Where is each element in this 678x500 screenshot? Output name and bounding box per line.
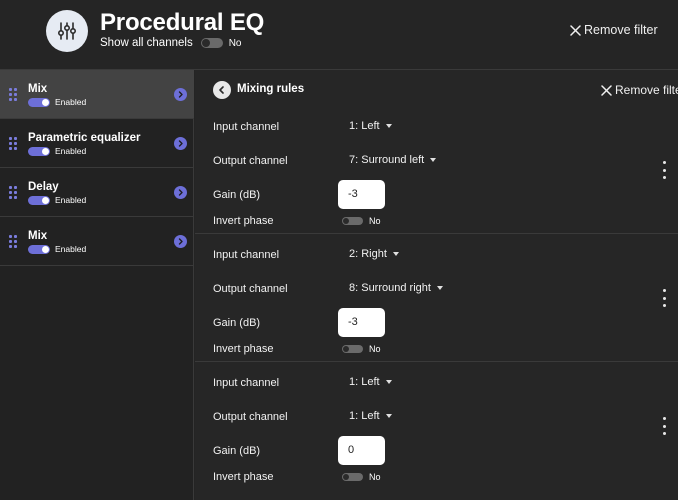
more-vertical-icon[interactable] (661, 417, 667, 435)
filter-list: Mix Enabled Parametric equalizer Enabled… (0, 70, 194, 500)
input-channel-label: Input channel (213, 249, 280, 261)
input-channel-label: Input channel (213, 377, 280, 389)
mixing-rules-panel: Mixing rules Remove filter Input channel… (195, 70, 678, 500)
filter-status-label: Enabled (55, 244, 87, 254)
mixing-rule: Input channel 2: Right Output channel 8:… (195, 233, 678, 361)
remove-filter-button[interactable]: Remove filter (601, 83, 678, 97)
invert-phase-value: No (369, 472, 381, 482)
output-channel-value: 1: Left (349, 410, 380, 422)
output-channel-select[interactable]: 8: Surround right (349, 282, 443, 294)
equalizer-sliders-icon (46, 10, 88, 52)
filter-item-parametric-equalizer[interactable]: Parametric equalizer Enabled (0, 119, 194, 168)
enabled-switch[interactable] (28, 244, 50, 254)
show-all-channels-label: Show all channels (100, 37, 193, 49)
remove-filter-label: Remove filter (584, 23, 658, 37)
filter-enabled-toggle[interactable]: Enabled (28, 97, 86, 107)
enabled-switch[interactable] (28, 195, 50, 205)
output-channel-label: Output channel (213, 283, 288, 295)
filter-name: Delay (28, 181, 59, 193)
invert-phase-label: Invert phase (213, 471, 274, 483)
chevron-down-icon (430, 158, 437, 162)
mixing-rule: Input channel 1: Left Output channel 7: … (195, 105, 678, 233)
filter-name: Mix (28, 83, 48, 95)
more-vertical-icon[interactable] (661, 161, 667, 179)
show-all-channels-toggle[interactable]: Show all channels No (100, 37, 242, 49)
filter-name: Mix (28, 230, 48, 242)
chevron-down-icon (385, 380, 392, 384)
invert-phase-value: No (369, 344, 381, 354)
chevron-right-icon[interactable] (174, 88, 187, 101)
input-channel-label: Input channel (213, 121, 280, 133)
invert-phase-toggle[interactable]: No (342, 344, 381, 354)
output-channel-label: Output channel (213, 411, 288, 423)
output-channel-select[interactable]: 1: Left (349, 410, 392, 422)
gain-label: Gain (dB) (213, 189, 261, 201)
close-icon (601, 84, 612, 96)
more-vertical-icon[interactable] (661, 289, 667, 307)
gain-input[interactable]: 0 (338, 436, 385, 465)
filter-enabled-toggle[interactable]: Enabled (28, 146, 86, 156)
page-title: Procedural EQ (100, 9, 265, 36)
filter-name: Parametric equalizer (28, 132, 141, 144)
remove-filter-label: Remove filter (615, 83, 678, 97)
invert-phase-label: Invert phase (213, 343, 274, 355)
input-channel-value: 1: Left (349, 376, 380, 388)
drag-handle-icon[interactable] (9, 186, 17, 199)
output-channel-value: 8: Surround right (349, 282, 431, 294)
close-icon (570, 24, 581, 36)
invert-phase-value: No (369, 216, 381, 226)
filter-item-mix-2[interactable]: Mix Enabled (0, 217, 194, 266)
output-channel-select[interactable]: 7: Surround left (349, 154, 437, 166)
input-channel-value: 1: Left (349, 120, 380, 132)
invert-phase-toggle[interactable]: No (342, 216, 381, 226)
output-channel-value: 7: Surround left (349, 154, 425, 166)
chevron-right-icon[interactable] (174, 235, 187, 248)
input-channel-select[interactable]: 1: Left (349, 376, 392, 388)
gain-input[interactable]: -3 (338, 180, 385, 209)
filter-item-mix[interactable]: Mix Enabled (0, 70, 194, 119)
gain-label: Gain (dB) (213, 445, 261, 457)
show-all-channels-value: No (228, 37, 242, 49)
filter-status-label: Enabled (55, 97, 87, 107)
invert-phase-switch[interactable] (342, 473, 363, 481)
chevron-right-icon[interactable] (174, 137, 187, 150)
output-channel-label: Output channel (213, 155, 288, 167)
app-header: Procedural EQ Show all channels No Remov… (0, 0, 678, 70)
filter-enabled-toggle[interactable]: Enabled (28, 244, 86, 254)
show-all-channels-switch[interactable] (200, 38, 223, 48)
mixing-rule: Input channel 1: Left Output channel 1: … (195, 361, 678, 489)
drag-handle-icon[interactable] (9, 88, 17, 101)
chevron-down-icon (385, 124, 392, 128)
invert-phase-switch[interactable] (342, 217, 363, 225)
invert-phase-label: Invert phase (213, 215, 274, 227)
chevron-left-icon[interactable] (213, 81, 231, 99)
filter-item-delay[interactable]: Delay Enabled (0, 168, 194, 217)
drag-handle-icon[interactable] (9, 235, 17, 248)
chevron-down-icon (436, 286, 443, 290)
enabled-switch[interactable] (28, 146, 50, 156)
filter-status-label: Enabled (55, 195, 87, 205)
input-channel-select[interactable]: 1: Left (349, 120, 392, 132)
remove-filter-button[interactable]: Remove filter (570, 23, 658, 37)
invert-phase-toggle[interactable]: No (342, 472, 381, 482)
input-channel-value: 2: Right (349, 248, 387, 260)
gain-label: Gain (dB) (213, 317, 261, 329)
enabled-switch[interactable] (28, 97, 50, 107)
drag-handle-icon[interactable] (9, 137, 17, 150)
input-channel-select[interactable]: 2: Right (349, 248, 399, 260)
chevron-down-icon (385, 414, 392, 418)
invert-phase-switch[interactable] (342, 345, 363, 353)
filter-enabled-toggle[interactable]: Enabled (28, 195, 86, 205)
chevron-right-icon[interactable] (174, 186, 187, 199)
gain-input[interactable]: -3 (338, 308, 385, 337)
panel-title: Mixing rules (237, 83, 305, 95)
chevron-down-icon (392, 252, 399, 256)
filter-status-label: Enabled (55, 146, 87, 156)
